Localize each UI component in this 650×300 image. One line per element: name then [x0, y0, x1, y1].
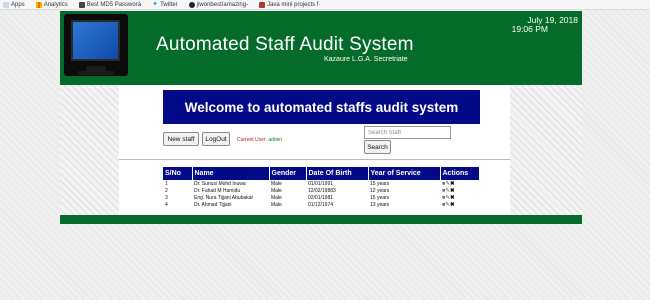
cell-service: 12 years: [370, 187, 390, 194]
java-icon: [259, 1, 266, 8]
bookmark-github[interactable]: jiwonbest/amazing-: [188, 1, 249, 8]
current-user-label: Current User:: [237, 137, 268, 143]
apps-icon: [3, 1, 9, 8]
twitter-icon: ✦: [152, 0, 158, 8]
bookmarks-bar: Apps Analytics Best MD5 Passworà ✦ Twitt…: [0, 0, 650, 10]
logout-button[interactable]: LogOut: [202, 132, 230, 146]
cell-dob: 02/01/1981: [308, 194, 334, 201]
site-header: Automated Staff Audit System Kazaure L.G…: [60, 11, 582, 85]
cell-sno: 1: [165, 180, 168, 187]
staff-table: S/No Name Gender Date Of Birth Year of S…: [163, 167, 480, 208]
column-header: Actions: [440, 167, 480, 180]
monitor-base: [78, 71, 114, 75]
cell-gender: Male: [271, 187, 282, 194]
site-footer: [60, 215, 582, 224]
cell-dob: 12/02/19883: [308, 187, 336, 194]
column-header: Year of Service: [368, 167, 441, 180]
right-panel: [510, 85, 582, 216]
bookmark-label: Java mini projects f·: [267, 1, 321, 8]
analytics-icon: [35, 1, 42, 8]
column-header: Gender: [269, 167, 307, 180]
cell-service: 15 years: [370, 180, 390, 187]
bookmark-apps[interactable]: Apps: [3, 1, 25, 8]
search-button[interactable]: Search: [364, 140, 391, 154]
cell-sno: 4: [165, 201, 168, 208]
monitor-screen: [71, 20, 120, 61]
bookmark-label: jiwonbest/amazing-: [196, 1, 249, 8]
system-title: Automated Staff Audit System: [156, 34, 414, 55]
cell-gender: Male: [271, 201, 282, 208]
current-user-name: admin: [268, 137, 283, 143]
cell-service: 13 years: [370, 201, 390, 208]
new-staff-button[interactable]: New staff: [163, 132, 199, 146]
cell-dob: 01/01/1991: [308, 180, 334, 187]
cell-name: Dr. Sunusi Mohd Inuwa: [194, 180, 246, 187]
bookmark-label: Twitter: [160, 1, 178, 8]
bookmark-label: Analytics: [43, 1, 68, 8]
table-row: 4 Dr. Ahmad Tijjani Male 01/12/1974 13 y…: [163, 201, 480, 208]
welcome-banner: Welcome to automated staffs audit system: [163, 90, 480, 124]
cell-actions: ■✎✖: [440, 201, 480, 208]
bookmark-icon: [78, 1, 85, 8]
cell-service: 15 years: [370, 194, 390, 201]
computer-monitor-logo: [64, 14, 128, 76]
left-panel: [60, 85, 119, 216]
cell-sno: 2: [165, 187, 168, 194]
current-user-info: Current User: admin: [237, 137, 282, 143]
delete-icon[interactable]: ✖: [450, 188, 455, 194]
delete-icon[interactable]: ✖: [450, 202, 455, 208]
bookmark-twitter[interactable]: ✦ Twitter: [152, 0, 178, 8]
bookmark-java[interactable]: Java mini projects f·: [259, 1, 321, 8]
bookmark-label: Apps: [11, 1, 25, 8]
column-header: Name: [192, 167, 270, 180]
search-input[interactable]: [364, 126, 451, 139]
table-row: 3 Eng. Nura Tijjani Abubakar Male 02/01/…: [163, 194, 480, 201]
cell-actions: ■✎✖: [440, 180, 480, 187]
cell-name: Dr. Fahad M Hamidu: [194, 187, 241, 194]
table-row: 2 Dr. Fahad M Hamidu Male 12/02/19883 12…: [163, 187, 480, 194]
table-header-row: S/No Name Gender Date Of Birth Year of S…: [163, 167, 480, 180]
cell-actions: ■✎✖: [440, 187, 480, 194]
cell-gender: Male: [271, 180, 282, 187]
column-header: S/No: [163, 167, 193, 180]
column-header: Date Of Birth: [306, 167, 369, 180]
delete-icon[interactable]: ✖: [450, 181, 455, 187]
bookmark-label: Best MD5 Passworà: [86, 1, 142, 8]
cell-name: Eng. Nura Tijjani Abubakar: [194, 194, 254, 201]
system-subtitle: Kazaure L.G.A. Secretriate: [324, 56, 408, 63]
section-divider: [119, 159, 510, 160]
bookmark-analytics[interactable]: Analytics: [35, 1, 68, 8]
table-row: 1 Dr. Sunusi Mohd Inuwa Male 01/01/1991 …: [163, 180, 480, 187]
bookmark-md5[interactable]: Best MD5 Passworà: [78, 1, 142, 8]
cell-actions: ■✎✖: [440, 194, 480, 201]
cell-sno: 3: [165, 194, 168, 201]
header-time: 19:06 PM: [511, 24, 548, 34]
cell-dob: 01/12/1974: [308, 201, 334, 208]
delete-icon[interactable]: ✖: [450, 195, 455, 201]
cell-name: Dr. Ahmad Tijjani: [194, 201, 232, 208]
github-icon: [188, 1, 195, 8]
cell-gender: Male: [271, 194, 282, 201]
